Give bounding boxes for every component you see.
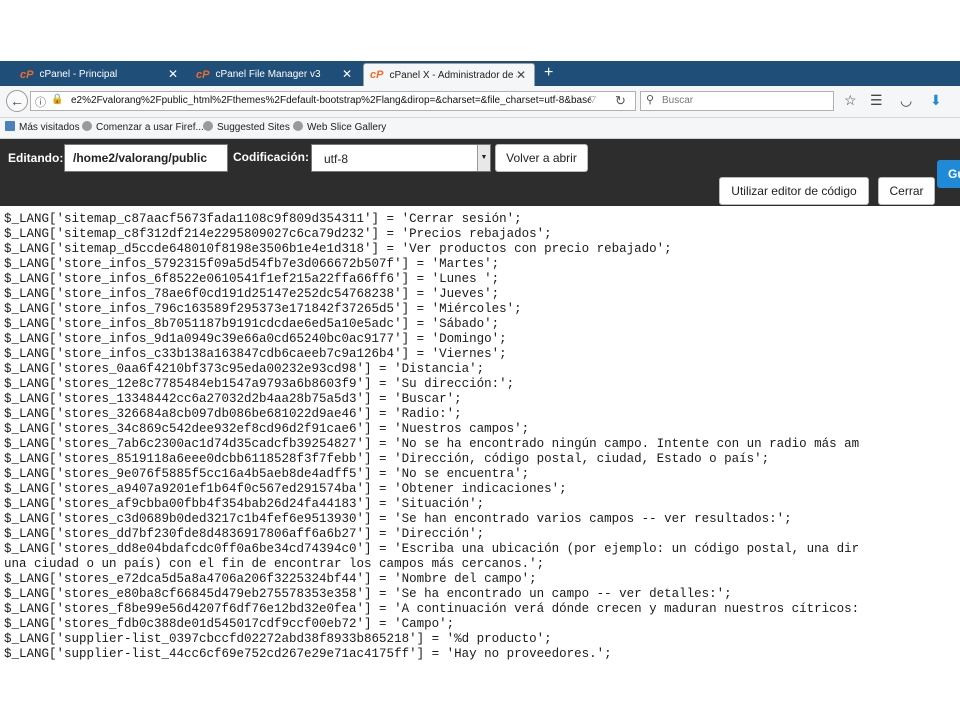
code-line: $_LANG['stores_7ab6c2300ac1d74d35cadcfb3… xyxy=(4,437,860,451)
navigation-bar: ← ⓘ 🔒 e2%2Fvalorang%2Fpublic_html%2Fthem… xyxy=(0,86,960,118)
code-line: $_LANG['store_infos_c33b138a163847cdb6ca… xyxy=(4,347,507,361)
bookmarks-bar: Más visitados Comenzar a usar Firef... S… xyxy=(0,118,960,139)
code-line: $_LANG['stores_af9cbba00fbb4f354bab26d24… xyxy=(4,497,485,511)
tab-file-manager[interactable]: cP cPanel File Manager v3 ✕ xyxy=(190,63,360,86)
info-icon[interactable]: ⓘ xyxy=(35,94,46,110)
download-icon[interactable]: ⬇ xyxy=(930,92,942,109)
code-line: $_LANG['stores_e72dca5d5a8a4706a206f3225… xyxy=(4,572,537,586)
code-line: $_LANG['store_infos_9d1a0949c39e66a0cd65… xyxy=(4,332,507,346)
code-line: $_LANG['stores_dd8e04bdafcdc0ff0a6be34cd… xyxy=(4,542,860,556)
code-line: $_LANG['stores_c3d0689b0ded3217c1b4fef6e… xyxy=(4,512,792,526)
encoding-select[interactable]: utf-8 ▼ xyxy=(311,144,491,172)
close-tab-icon[interactable]: ✕ xyxy=(516,68,526,82)
code-line: $_LANG['stores_13348442cc6a27032d2b4aa28… xyxy=(4,392,462,406)
search-placeholder: Buscar xyxy=(662,95,694,106)
close-tab-icon[interactable]: ✕ xyxy=(168,67,178,81)
code-line: $_LANG['stores_12e8c7785484eb1547a9793a6… xyxy=(4,377,515,391)
code-line: $_LANG['stores_dd7bf230fde8d4836917806af… xyxy=(4,527,485,541)
reopen-button[interactable]: Volver a abrir xyxy=(495,144,588,172)
url-text[interactable]: e2%2Fvalorang%2Fpublic_html%2Fthemes%2Fd… xyxy=(71,95,591,106)
code-line: una ciudad o un país) con el fin de enco… xyxy=(4,557,545,571)
reload-icon[interactable]: ↻ xyxy=(615,93,626,109)
code-line: $_LANG['stores_34c869c542dee932ef8cd96d2… xyxy=(4,422,530,436)
globe-icon xyxy=(82,121,92,131)
code-line: $_LANG['store_infos_796c163589f295373e17… xyxy=(4,302,522,316)
bookmark-web-slice-gallery[interactable]: Web Slice Gallery xyxy=(293,121,386,133)
tab-cpanel-principal[interactable]: cP cPanel - Principal ✕ xyxy=(14,63,186,86)
save-button[interactable]: Gu xyxy=(937,160,960,188)
code-line: $_LANG['stores_fdb0c388de01d545017cdf9cc… xyxy=(4,617,455,631)
cpanel-logo-icon: cP xyxy=(20,68,34,81)
code-line: $_LANG['supplier-list_44cc6cf69e752cd267… xyxy=(4,647,612,661)
close-button[interactable]: Cerrar xyxy=(878,177,935,205)
code-lines: $_LANG['sitemap_c87aacf5673fada1108c9f80… xyxy=(0,212,960,661)
tab-label: cPanel X - Administrador de a... xyxy=(389,69,518,81)
encoding-label: Codificación: xyxy=(233,150,310,164)
bookmark-suggested-sites[interactable]: Suggested Sites xyxy=(203,121,290,133)
code-line: $_LANG['stores_9e076f5885f5cc16a4b5aeb8d… xyxy=(4,467,530,481)
close-tab-icon[interactable]: ✕ xyxy=(342,67,352,81)
chevron-down-icon[interactable]: ▼ xyxy=(477,145,490,171)
code-line: $_LANG['stores_0aa6f4210bf373c95eda00232… xyxy=(4,362,485,376)
code-line: $_LANG['sitemap_c8f312df214e2295809027c6… xyxy=(4,227,552,241)
code-line: $_LANG['supplier-list_0397cbccfd02272abd… xyxy=(4,632,552,646)
code-editor[interactable]: $_LANG['sitemap_c87aacf5673fada1108c9f80… xyxy=(0,206,960,661)
code-editor-button[interactable]: Utilizar editor de código xyxy=(719,177,869,205)
code-line: $_LANG['stores_a9407a9201ef1b64f0c567ed2… xyxy=(4,482,567,496)
editor-toolbar: Editando: /home2/valorang/public Codific… xyxy=(0,139,960,206)
code-line: $_LANG['sitemap_d5ccde648010f8198e3506b1… xyxy=(4,242,672,256)
screenshot: cP cPanel - Principal ✕ cP cPanel File M… xyxy=(0,61,960,661)
reading-list-icon[interactable]: ☰ xyxy=(870,92,883,109)
code-line: $_LANG['store_infos_78ae6f0cd191d25147e2… xyxy=(4,287,500,301)
search-input[interactable]: ⚲ Buscar xyxy=(640,91,834,111)
code-line: $_LANG['stores_f8be99e56d4207f6df76e12bd… xyxy=(4,602,860,616)
globe-icon xyxy=(203,121,213,131)
lock-icon: 🔒 xyxy=(51,94,64,105)
encoding-value: utf-8 xyxy=(324,152,349,166)
code-line: $_LANG['stores_e80ba8cf66845d479eb275578… xyxy=(4,587,732,601)
code-line: $_LANG['store_infos_8b7051187b9191cdcdae… xyxy=(4,317,500,331)
tab-bar: cP cPanel - Principal ✕ cP cPanel File M… xyxy=(0,61,960,86)
code-line: $_LANG['stores_8519118a6eee0dcbb6118528f… xyxy=(4,452,770,466)
globe-icon xyxy=(293,121,303,131)
back-arrow-icon[interactable]: ← xyxy=(6,90,28,112)
address-bar[interactable]: ⓘ 🔒 e2%2Fvalorang%2Fpublic_html%2Fthemes… xyxy=(30,91,636,111)
search-icon: ⚲ xyxy=(646,94,655,106)
tab-label: cPanel - Principal xyxy=(39,69,118,80)
pocket-icon[interactable]: ◡ xyxy=(900,92,912,109)
code-line: $_LANG['stores_326684a8cb097db086be68102… xyxy=(4,407,462,421)
code-line: $_LANG['sitemap_c87aacf5673fada1108c9f80… xyxy=(4,212,522,226)
folder-icon xyxy=(5,121,15,131)
bookmark-star-icon[interactable]: ☆ xyxy=(844,92,857,109)
cpanel-logo-icon: cP xyxy=(370,69,384,81)
editing-label: Editando: xyxy=(8,151,64,165)
bookmark-getting-started[interactable]: Comenzar a usar Firef... xyxy=(82,121,204,133)
dropdown-arrow-icon[interactable]: ▽ xyxy=(589,94,596,105)
tab-administrador[interactable]: cP cPanel X - Administrador de a... ✕ xyxy=(363,63,535,86)
bookmark-most-visited[interactable]: Más visitados xyxy=(5,121,80,133)
code-line: $_LANG['store_infos_6f8522e0610541f1ef21… xyxy=(4,272,500,286)
cpanel-logo-icon: cP xyxy=(196,68,210,81)
code-line: $_LANG['store_infos_5792315f09a5d54fb7e3… xyxy=(4,257,500,271)
new-tab-icon[interactable]: + xyxy=(544,64,553,82)
tab-label: cPanel File Manager v3 xyxy=(215,69,321,80)
file-path-field[interactable]: /home2/valorang/public xyxy=(64,144,228,172)
